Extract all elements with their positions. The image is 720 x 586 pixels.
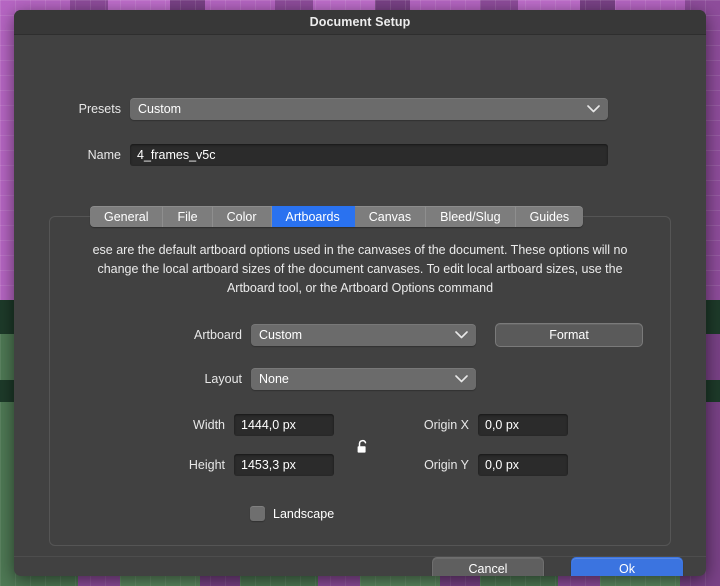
name-value: 4_frames_v5c — [137, 148, 216, 162]
width-value: 1444,0 px — [241, 418, 296, 432]
width-input[interactable]: 1444,0 px — [234, 414, 334, 436]
artboard-dropdown[interactable]: Custom — [251, 324, 476, 346]
checkbox-box-icon — [250, 506, 265, 521]
name-input[interactable]: 4_frames_v5c — [130, 144, 608, 166]
ok-button[interactable]: Ok — [571, 557, 683, 576]
origin-x-label: Origin X — [350, 418, 469, 432]
dialog-title: Document Setup — [310, 15, 411, 29]
landscape-checkbox[interactable]: Landscape — [250, 506, 334, 521]
tab-bleed-slug[interactable]: Bleed/Slug — [426, 206, 515, 227]
artboard-row: Artboard Custom Format — [14, 323, 706, 347]
settings-tabs: General File Color Artboards Canvas Blee… — [90, 206, 583, 227]
format-button-label: Format — [549, 328, 589, 342]
origin-y-input[interactable]: 0,0 px — [478, 454, 568, 476]
cancel-button-label: Cancel — [469, 562, 508, 576]
tab-canvas[interactable]: Canvas — [355, 206, 426, 227]
presets-label: Presets — [14, 102, 121, 116]
tab-bleed-slug-label: Bleed/Slug — [440, 210, 500, 224]
name-row: Name 4_frames_v5c — [14, 144, 706, 166]
height-label: Height — [14, 458, 225, 472]
presets-dropdown[interactable]: Custom — [130, 98, 608, 120]
dialog-footer: Cancel Ok — [432, 557, 683, 576]
name-label: Name — [14, 148, 121, 162]
layout-label: Layout — [14, 372, 242, 386]
tab-canvas-label: Canvas — [369, 210, 411, 224]
tab-guides[interactable]: Guides — [516, 206, 584, 227]
layout-dropdown[interactable]: None — [251, 368, 476, 390]
origin-x-input[interactable]: 0,0 px — [478, 414, 568, 436]
tab-color[interactable]: Color — [213, 206, 272, 227]
width-origin-x-row: Width 1444,0 px Origin X 0,0 px — [14, 414, 706, 436]
chevron-down-icon — [587, 105, 600, 114]
height-origin-y-row: Height 1453,3 px Origin Y 0,0 px — [14, 454, 706, 476]
presets-value: Custom — [138, 102, 181, 116]
origin-y-value: 0,0 px — [485, 458, 519, 472]
tab-guides-label: Guides — [530, 210, 570, 224]
height-value: 1453,3 px — [241, 458, 296, 472]
format-button[interactable]: Format — [495, 323, 643, 347]
dialog-body: Presets Custom Name 4_frames_v5c ese are… — [14, 35, 706, 576]
origin-y-label: Origin Y — [350, 458, 469, 472]
landscape-label: Landscape — [273, 507, 334, 521]
cancel-button[interactable]: Cancel — [432, 557, 544, 576]
width-label: Width — [14, 418, 225, 432]
origin-x-value: 0,0 px — [485, 418, 519, 432]
chevron-down-icon — [455, 375, 468, 384]
tab-file[interactable]: File — [163, 206, 212, 227]
document-setup-dialog: Document Setup Presets Custom Name 4_fra… — [14, 10, 706, 576]
dialog-titlebar[interactable]: Document Setup — [14, 10, 706, 35]
unlocked-padlock-icon[interactable] — [353, 437, 373, 457]
panel-description: ese are the default artboard options use… — [49, 241, 671, 298]
tab-file-label: File — [177, 210, 197, 224]
tab-artboards-label: Artboards — [286, 210, 340, 224]
height-input[interactable]: 1453,3 px — [234, 454, 334, 476]
tab-general-label: General — [104, 210, 148, 224]
layout-value: None — [259, 372, 289, 386]
presets-row: Presets Custom — [14, 98, 706, 120]
chevron-down-icon — [455, 331, 468, 340]
ok-button-label: Ok — [619, 562, 635, 576]
tab-general[interactable]: General — [90, 206, 163, 227]
tab-artboards[interactable]: Artboards — [272, 206, 355, 227]
artboard-value: Custom — [259, 328, 302, 342]
layout-row: Layout None — [14, 368, 706, 390]
tab-color-label: Color — [227, 210, 257, 224]
artboard-label: Artboard — [14, 328, 242, 342]
